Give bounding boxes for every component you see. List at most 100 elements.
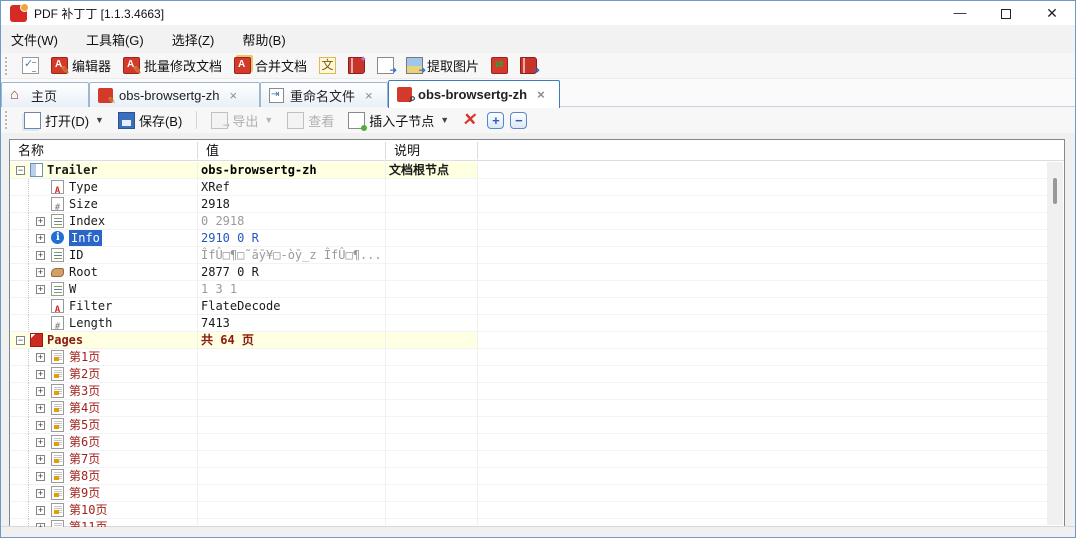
node-name[interactable]: Index [69,213,105,229]
table-row-Root[interactable]: +Root2877 0 R [10,264,1048,281]
column-resize-handle[interactable] [477,142,478,159]
tab-重命名文件[interactable]: 重命名文件× [260,82,388,107]
node-name[interactable]: 第9页 [69,485,100,501]
toolbar-button-doc-export-icon[interactable] [373,55,398,76]
column-header-value[interactable]: 值 [198,140,385,161]
table-row-W[interactable]: +W1 3 1 [10,281,1048,298]
node-name[interactable]: Size [69,196,98,212]
table-row-Index[interactable]: +Index0 2918 [10,213,1048,230]
node-name[interactable]: 第3页 [69,383,100,399]
table-row-Type[interactable]: ATypeXRef [10,179,1048,196]
tab-close-icon[interactable]: × [365,88,373,103]
table-row-第5页[interactable]: + 第5页 [10,417,1048,434]
toolbar-button-pdf-convert-icon[interactable] [487,55,512,76]
column-resize-handle[interactable] [197,142,198,159]
expand-plus-icon[interactable]: + [36,234,45,243]
table-row-第10页[interactable]: + 第10页 [10,502,1048,519]
close-button[interactable]: ✕ [1029,1,1075,25]
expand-plus-icon[interactable]: + [36,489,45,498]
expand-plus-icon[interactable]: + [36,285,45,294]
table-row-Info[interactable]: +Info2910 0 R [10,230,1048,247]
open-dropdown-caret[interactable]: ▼ [95,115,104,125]
open-button[interactable]: 打开(D) ▼ [20,109,108,132]
scrollbar-thumb[interactable] [1053,178,1057,204]
expand-plus-icon[interactable]: + [36,387,45,396]
node-name[interactable]: Filter [69,298,112,314]
node-name[interactable]: 第8页 [69,468,100,484]
node-name[interactable]: Length [69,315,112,331]
insert-dropdown-caret[interactable]: ▼ [440,115,449,125]
node-name[interactable]: 第7页 [69,451,100,467]
tab-close-icon[interactable]: × [537,87,545,102]
table-row-第9页[interactable]: + 第9页 [10,485,1048,502]
node-name[interactable]: Trailer [47,162,98,178]
node-name[interactable]: 第6页 [69,434,100,450]
table-row-ID[interactable]: +IDÎfÛ□¶□˜āȳ¥□-òȳ_z ÎfÛ□¶... [10,247,1048,264]
collapse-all-button[interactable]: − [510,112,527,129]
table-row-第7页[interactable]: + 第7页 [10,451,1048,468]
table-row-Filter[interactable]: AFilterFlateDecode [10,298,1048,315]
minimize-button[interactable]: — [937,1,983,25]
toolbar-button-提取图片[interactable]: 提取图片 [402,54,483,77]
node-name[interactable]: ID [69,247,83,263]
vertical-scrollbar[interactable] [1047,162,1063,525]
toolbar-button-批量修改文档[interactable]: 批量修改文档 [119,54,226,77]
node-name[interactable]: Root [69,264,98,280]
table-row-第2页[interactable]: + 第2页 [10,366,1048,383]
delete-node-button[interactable]: ✕ [459,108,481,132]
expand-plus-icon[interactable]: + [36,251,45,260]
table-row-Trailer[interactable]: −Trailerobs-browsertg-zh文档根节点 [10,162,1048,179]
expand-plus-icon[interactable]: + [36,472,45,481]
node-name[interactable]: 第11页 [69,519,107,527]
column-resize-handle[interactable] [385,142,386,159]
toolbar-button-book-export-icon[interactable] [516,55,541,76]
node-name[interactable]: 第2页 [69,366,100,382]
save-button[interactable]: 保存(B) [114,109,186,132]
expand-plus-icon[interactable]: + [36,455,45,464]
expand-plus-icon[interactable]: + [36,353,45,362]
node-name[interactable]: 第4页 [69,400,100,416]
expand-plus-icon[interactable]: + [36,523,45,527]
table-row-Size[interactable]: #Size2918 [10,196,1048,213]
collapse-minus-icon[interactable]: − [16,166,25,175]
collapse-minus-icon[interactable]: − [16,336,25,345]
expand-plus-icon[interactable]: + [36,438,45,447]
maximize-button[interactable] [983,1,1029,25]
toolbar-button-合并文档[interactable]: 合并文档 [230,54,311,77]
expand-plus-icon[interactable]: + [36,506,45,515]
table-row-第3页[interactable]: + 第3页 [10,383,1048,400]
insert-child-node-button[interactable]: 插入子节点 ▼ [344,109,453,132]
expand-plus-icon[interactable]: + [36,421,45,430]
tab-obs-browsertg-zh[interactable]: obs-browsertg-zh× [89,82,260,107]
table-row-第4页[interactable]: + 第4页 [10,400,1048,417]
table-row-第1页[interactable]: + 第1页 [10,349,1048,366]
node-name[interactable]: W [69,281,76,297]
node-name[interactable]: 第1页 [69,349,100,365]
expand-all-button[interactable]: + [487,112,504,129]
toolbar-button-select-list-icon[interactable] [18,55,43,76]
menu-item-0[interactable]: 文件(W) [11,30,58,49]
table-row-Length[interactable]: #Length7413 [10,315,1048,332]
tab-obs-browsertg-zh[interactable]: obs-browsertg-zh× [388,80,560,108]
toolbar-button-bookmark-icon[interactable] [344,55,369,76]
table-row-Pages[interactable]: −Pages共 64 页 [10,332,1048,349]
menu-item-1[interactable]: 工具箱(G) [86,30,144,49]
table-row-第8页[interactable]: + 第8页 [10,468,1048,485]
column-header-desc[interactable]: 说明 [386,140,478,161]
node-name[interactable]: Type [69,179,98,195]
menu-item-3[interactable]: 帮助(B) [242,30,285,49]
node-name[interactable]: Pages [47,332,83,348]
toolbar-button-编辑器[interactable]: 编辑器 [47,54,115,77]
node-name[interactable]: 第5页 [69,417,100,433]
expand-plus-icon[interactable]: + [36,404,45,413]
expand-plus-icon[interactable]: + [36,268,45,277]
tab-主页[interactable]: ⌂主页 [1,82,89,107]
column-header-name[interactable]: 名称 [10,140,197,161]
toolbar-button-doc-info-wen-icon[interactable]: 文 [315,55,340,76]
node-name[interactable]: Info [69,230,102,246]
table-row-第6页[interactable]: + 第6页 [10,434,1048,451]
expand-plus-icon[interactable]: + [36,217,45,226]
menu-item-2[interactable]: 选择(Z) [172,30,215,49]
expand-plus-icon[interactable]: + [36,370,45,379]
node-name[interactable]: 第10页 [69,502,107,518]
